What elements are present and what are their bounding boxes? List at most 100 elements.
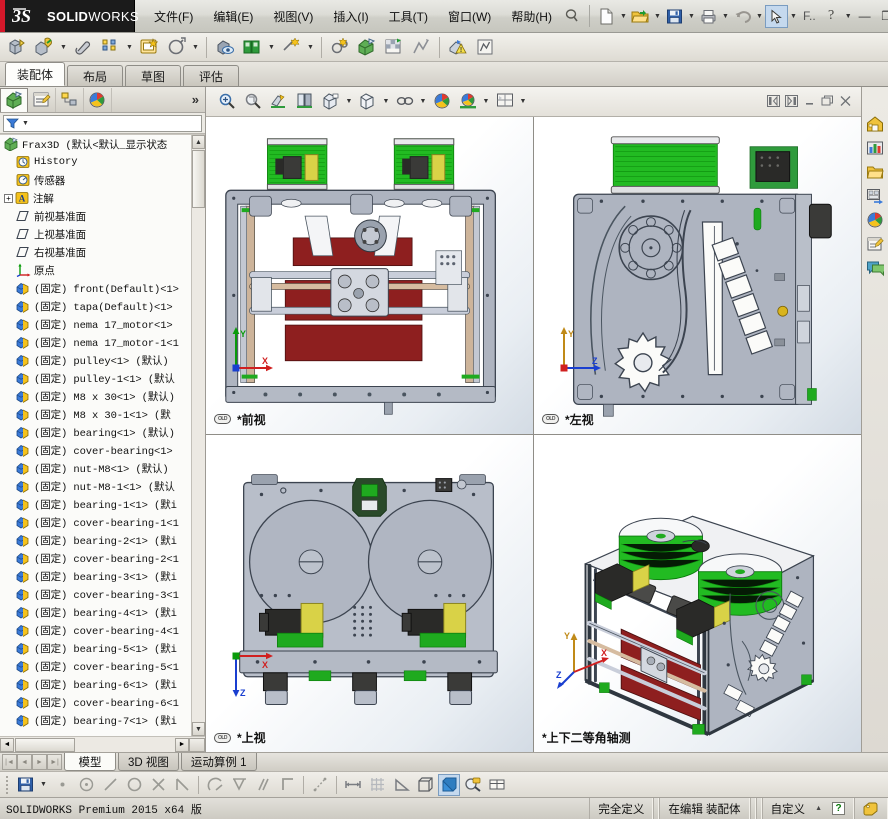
print-dropdown-icon[interactable]: ▼ [720,5,731,27]
feature-manager-more-icon[interactable]: » [192,92,205,107]
open-document-dropdown-icon[interactable]: ▼ [652,5,663,27]
viewport-top[interactable]: Z X OLD *上视 [206,434,533,752]
tangent-icon[interactable] [204,774,226,796]
window-minimize-icon[interactable] [801,94,817,109]
scroll-left-button[interactable]: ◄ [0,737,14,752]
toolbar-grip[interactable] [6,775,12,794]
menu-view[interactable]: 视图(V) [264,4,322,29]
next-view-icon[interactable] [783,94,799,109]
doctab-motion-study[interactable]: 运动算例 1 [180,753,257,771]
viewport-layout-dropdown-icon[interactable]: ▼ [518,89,528,113]
window-close-icon[interactable] [837,94,853,109]
print-icon[interactable] [697,5,720,28]
file-explorer-icon[interactable] [864,161,886,183]
feature-tree-tab-icon[interactable] [0,87,28,112]
viewport-iso[interactable]: Y X Z *上下二等角轴测 [534,434,861,752]
viewport-left[interactable]: Y Z OLD *左视 [534,116,861,434]
select-tool-dropdown-icon[interactable]: ▼ [788,5,799,27]
construction-line-icon[interactable] [309,774,331,796]
tree-item[interactable]: 传感器 [0,171,191,189]
angle-icon[interactable] [171,774,193,796]
new-motion-study-icon[interactable] [327,35,353,60]
hide-show-dropdown-icon[interactable]: ▼ [381,89,391,113]
tab-assembly[interactable]: 装配体 [5,62,66,86]
prev-view-icon[interactable] [765,94,781,109]
tree-item[interactable]: (固定) nema 17_motor-1<1 [0,333,191,351]
move-component-icon[interactable] [163,35,189,60]
tree-item[interactable]: (固定) cover-bearing-1<1 [0,513,191,531]
assembly-visualization-icon[interactable] [472,35,498,60]
tree-item[interactable]: (固定) M8 x 30-1<1> (默 [0,405,191,423]
feature-tree-filter-input[interactable]: ▼ [3,114,202,132]
next-tab-button[interactable]: ► [32,754,47,770]
tree-item[interactable]: (固定) bearing<1> (默认) [0,423,191,441]
reference-geometry-dropdown-icon[interactable]: ▼ [305,36,316,58]
reference-geometry-icon[interactable] [278,35,304,60]
show-hidden-components-icon[interactable] [212,35,238,60]
undo-dropdown-icon[interactable]: ▼ [754,5,765,27]
tree-item[interactable]: (固定) cover-bearing-2<1 [0,549,191,567]
tree-item[interactable]: (固定) bearing-2<1> (默i [0,531,191,549]
tree-item[interactable]: (固定) front(Default)<1> [0,279,191,297]
save-dropdown-icon[interactable]: ▼ [686,5,697,27]
new-document-dropdown-icon[interactable]: ▼ [618,5,629,27]
custom-mode-label[interactable]: 自定义 ▲ ? [761,798,854,819]
mate-icon[interactable] [70,35,96,60]
intersection-icon[interactable] [147,774,169,796]
scroll-right-button[interactable]: ► [175,737,189,752]
save-icon[interactable] [663,5,686,28]
feature-tree-horizontal-scrollbar[interactable]: ◄ ► [0,736,205,752]
new-document-icon[interactable] [595,5,618,28]
zoom-to-fit-icon[interactable] [214,89,239,113]
save-status-dropdown-icon[interactable]: ▼ [38,774,49,796]
tree-item[interactable]: 右视基准面 [0,243,191,261]
notification-area[interactable] [854,798,888,819]
doctab-3dviews[interactable]: 3D 视图 [118,753,179,771]
bill-of-materials-icon[interactable] [354,35,380,60]
doctab-model[interactable]: 模型 [64,753,116,771]
assembly-features-icon[interactable] [239,35,265,60]
view-orientation-icon[interactable] [292,89,317,113]
wireframe-box-icon[interactable] [414,774,436,796]
menu-file[interactable]: 文件(F) [145,4,202,29]
triangle-icon[interactable] [390,774,412,796]
hscroll-thumb[interactable] [15,737,75,752]
interference-detection-icon[interactable]: ! [445,35,471,60]
scene-icon[interactable] [455,89,480,113]
select-tool-icon[interactable] [764,4,788,28]
tree-item[interactable]: (固定) nema 17_motor<1> [0,315,191,333]
design-library-icon[interactable] [864,137,886,159]
view-lock-icon[interactable]: OLD [542,414,559,425]
display-style-icon[interactable] [318,89,343,113]
menu-insert[interactable]: 插入(I) [324,4,377,29]
tree-item[interactable]: (固定) cover-bearing-5<1 [0,657,191,675]
linear-pattern-dropdown-icon[interactable]: ▼ [124,36,135,58]
menu-tools[interactable]: 工具(T) [380,4,437,29]
tree-item[interactable]: (固定) bearing-3<1> (默i [0,567,191,585]
tree-root-assembly[interactable]: Frax3D (默认<默认_显示状态 [0,135,191,153]
tree-item[interactable]: + A 注解 [0,189,191,207]
smart-fasteners-icon[interactable] [136,35,162,60]
appearances-scenes-icon[interactable] [864,209,886,231]
feature-tree[interactable]: Frax3D (默认<默认_显示状态 History 传感器 + A 注解 前视基准面 上视… [0,134,205,736]
tree-item[interactable]: (固定) pulley<1> (默认) [0,351,191,369]
view-palette-icon[interactable] [864,185,886,207]
zoom-measure-icon[interactable] [462,774,484,796]
explode-line-sketch-icon[interactable] [408,35,434,60]
view-settings-dropdown-icon[interactable]: ▼ [418,89,428,113]
tree-item[interactable]: (固定) cover-bearing-6<1 [0,693,191,711]
tree-item[interactable]: (固定) M8 x 30<1> (默认) [0,387,191,405]
tree-expand-icon[interactable]: + [4,193,13,203]
tree-item[interactable]: (固定) nut-M8-1<1> (默认 [0,477,191,495]
tree-item[interactable]: (固定) tapa(Default)<1> [0,297,191,315]
insert-components-dropdown-icon[interactable]: ▼ [58,36,69,58]
tree-item[interactable]: (固定) cover-bearing-4<1 [0,621,191,639]
tree-item[interactable]: (固定) bearing-6<1> (默i [0,675,191,693]
menu-edit[interactable]: 编辑(E) [204,4,262,29]
solidworks-forum-icon[interactable] [864,257,886,279]
display-style-dropdown-icon[interactable]: ▼ [344,89,354,113]
grid-icon[interactable] [366,774,388,796]
tab-evaluate[interactable]: 评估 [183,65,240,86]
search-field-label[interactable]: F.. [799,5,820,27]
property-manager-tab-icon[interactable] [28,87,56,112]
